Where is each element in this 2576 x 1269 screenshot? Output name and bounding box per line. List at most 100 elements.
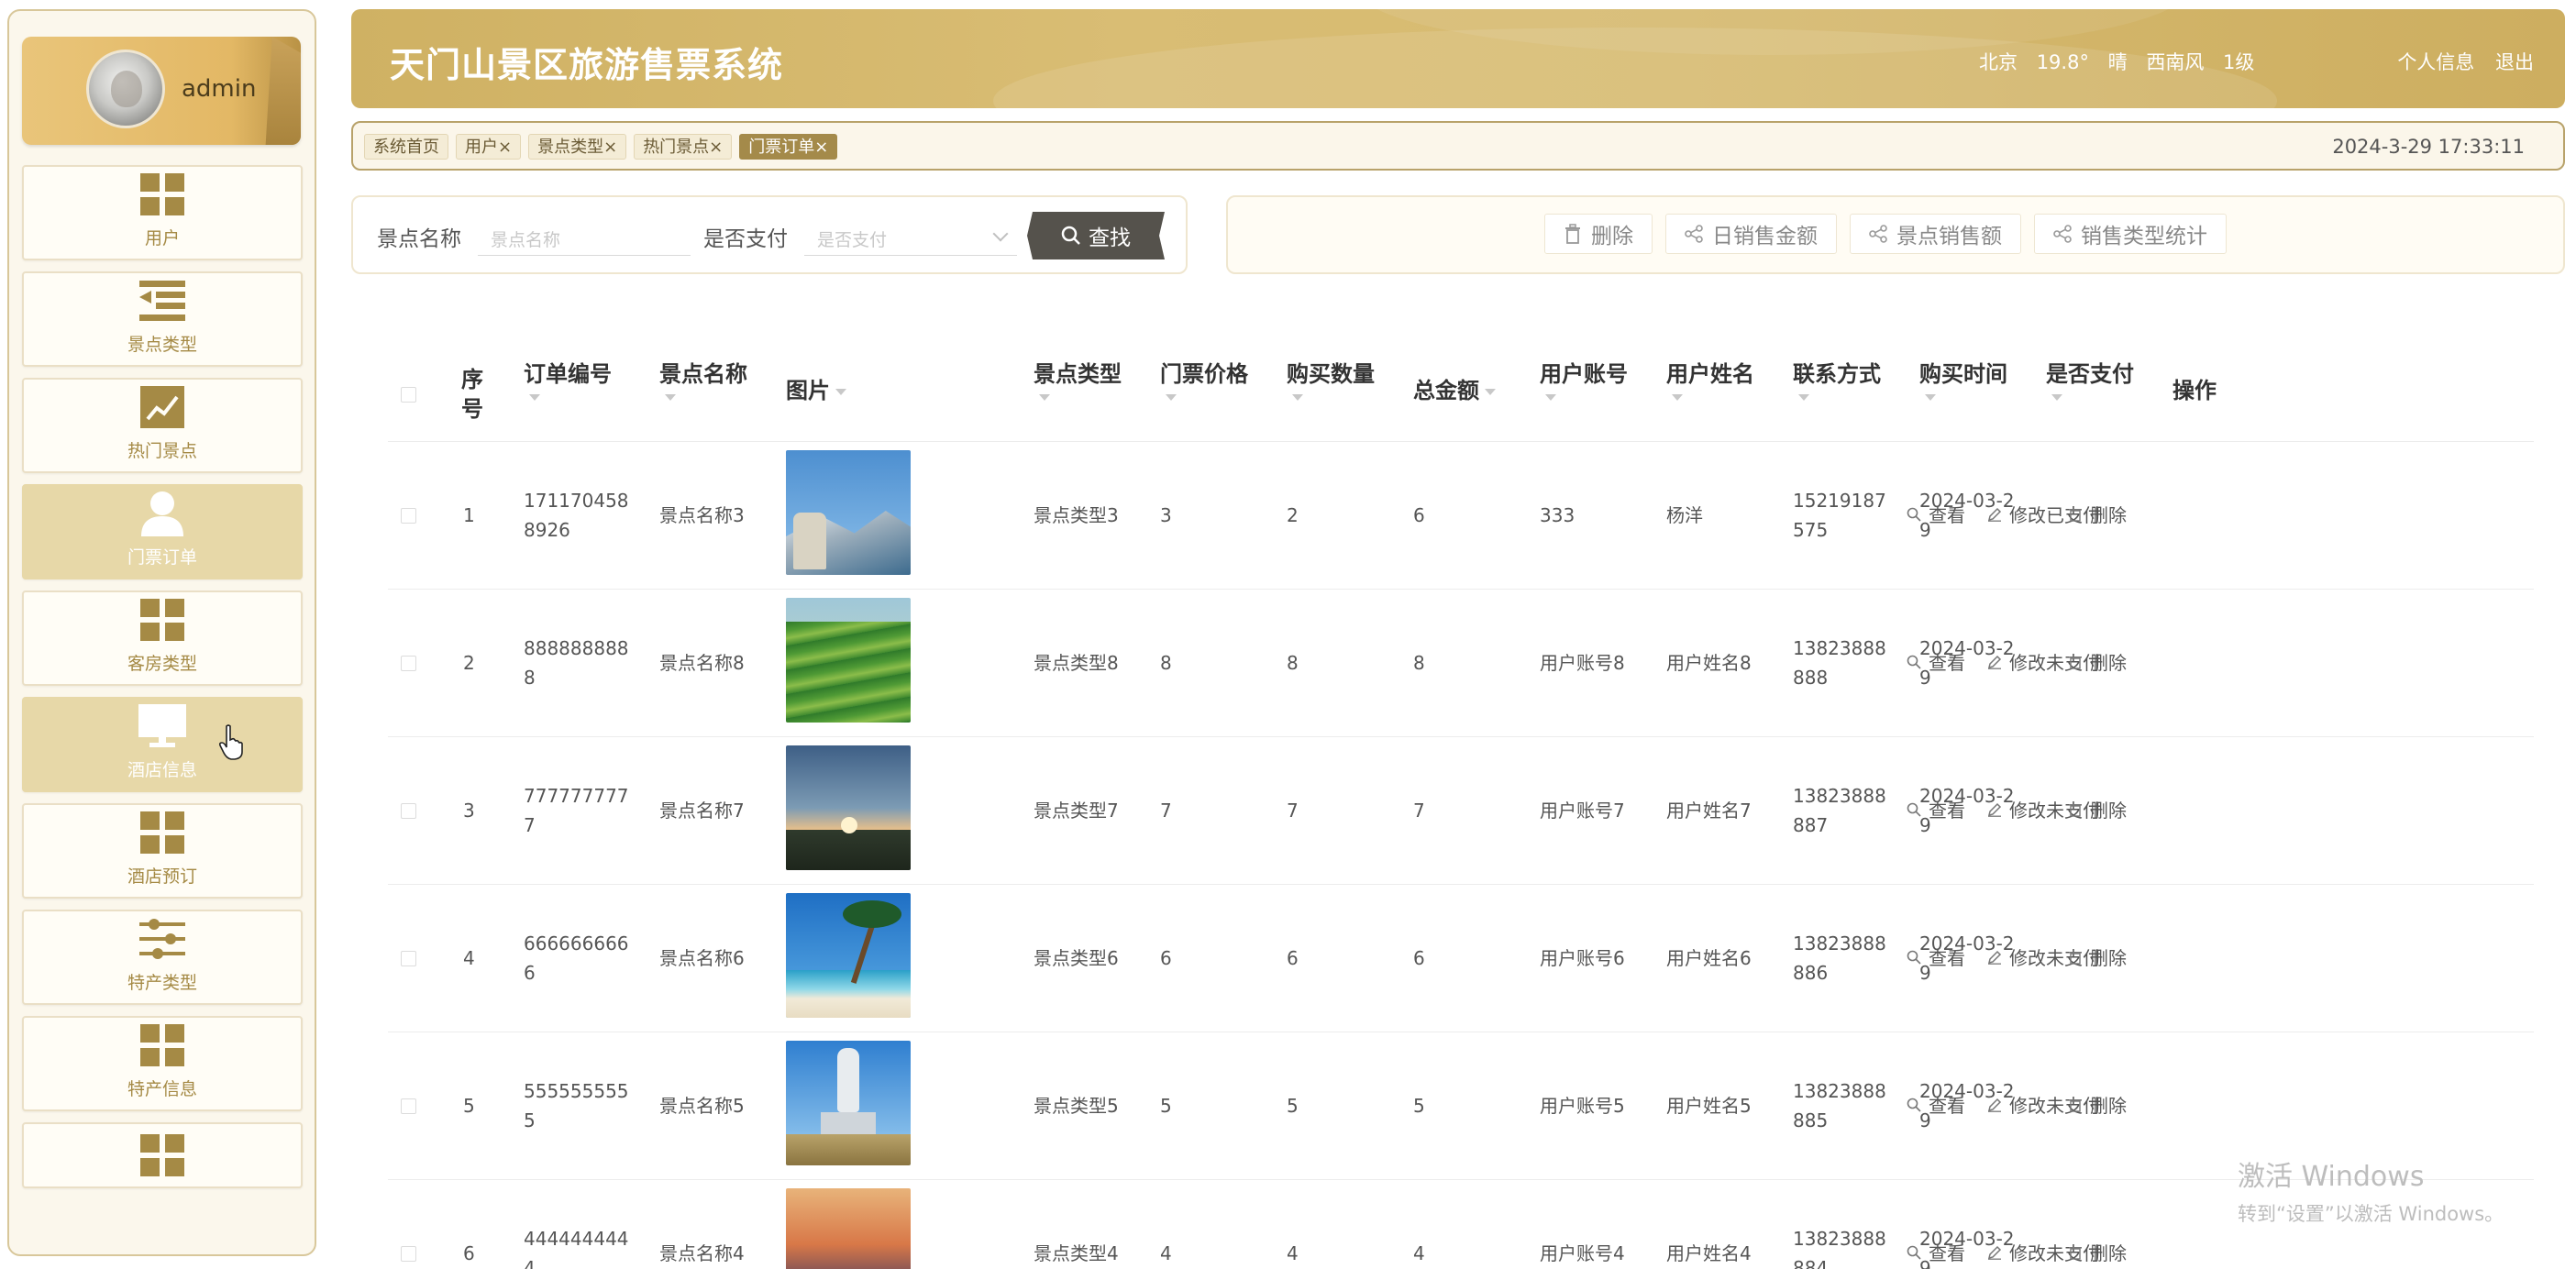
user-card[interactable]: admin	[22, 37, 301, 145]
sort-icon[interactable]	[2051, 394, 2062, 401]
col-time[interactable]: 购买时间	[1919, 359, 2007, 401]
spot-name-input[interactable]	[478, 214, 691, 256]
search-icon	[1907, 802, 1921, 817]
tab-ticket-orders[interactable]: 门票订单×	[739, 134, 838, 160]
view-label: 查看	[1929, 800, 1965, 822]
edit-button[interactable]: 修改	[1987, 648, 2046, 675]
delete-button[interactable]: 删除	[2068, 501, 2127, 527]
cell-spot-type: 景点类型5	[1034, 1095, 1119, 1117]
view-button[interactable]: 查看	[1907, 1239, 1965, 1265]
row-checkbox[interactable]	[401, 656, 416, 671]
profile-link[interactable]: 个人信息	[2397, 51, 2474, 73]
tab-home[interactable]: 系统首页	[364, 134, 448, 160]
cell-order-no-line1: 171170458	[524, 490, 629, 512]
col-image[interactable]: 图片	[786, 376, 846, 405]
edit-button[interactable]: 修改	[1987, 1091, 2046, 1118]
row-checkbox[interactable]	[401, 1098, 416, 1114]
bulk-delete-button[interactable]: 删除	[1544, 214, 1653, 254]
edit-button[interactable]: 修改	[1987, 796, 2046, 822]
tab-users[interactable]: 用户×	[456, 134, 522, 160]
sidebar-item-specialty-types[interactable]: 特产类型	[22, 910, 303, 1005]
tab-spot-types[interactable]: 景点类型×	[528, 134, 627, 160]
edit-icon	[1987, 507, 2002, 522]
sort-icon[interactable]	[1672, 394, 1683, 401]
view-button[interactable]: 查看	[1907, 796, 1965, 822]
sort-icon[interactable]	[1485, 388, 1496, 395]
table-row[interactable]: 3 777777777 7 景点名称7 景点类型7 7 7 7 用户账号7 用户姓…	[388, 737, 2534, 885]
spot-image[interactable]	[786, 598, 911, 723]
col-username[interactable]: 用户姓名	[1666, 359, 1754, 401]
sort-icon[interactable]	[1545, 394, 1556, 401]
spot-image[interactable]	[786, 745, 911, 870]
table-row[interactable]: 4 666666666 6 景点名称6 景点类型6 6 6 6 用户账号6 用户姓…	[388, 885, 2534, 1032]
col-paid[interactable]: 是否支付	[2046, 359, 2134, 401]
sort-icon[interactable]	[835, 388, 846, 395]
select-all-checkbox[interactable]	[401, 387, 416, 403]
edit-button[interactable]: 修改	[1987, 501, 2046, 527]
col-total[interactable]: 总金额	[1413, 376, 1496, 405]
sidebar-item-room-types[interactable]: 客房类型	[22, 590, 303, 686]
view-button[interactable]: 查看	[1907, 648, 1965, 675]
view-button[interactable]: 查看	[1907, 943, 1965, 970]
sidebar-item-ticket-orders[interactable]: 门票订单	[22, 484, 303, 579]
sidebar-item-hot-spots[interactable]: 热门景点	[22, 378, 303, 473]
sidebar-item-specialty-info[interactable]: 特产信息	[22, 1016, 303, 1111]
delete-button[interactable]: 删除	[2068, 1239, 2127, 1265]
sidebar-item-users[interactable]: 用户	[22, 165, 303, 260]
edit-button[interactable]: 修改	[1987, 1239, 2046, 1265]
delete-button[interactable]: 删除	[2068, 943, 2127, 970]
daily-sales-button[interactable]: 日销售金额	[1665, 214, 1837, 254]
type-stats-button[interactable]: 销售类型统计	[2034, 214, 2227, 254]
spot-image[interactable]	[786, 893, 911, 1018]
col-order-no[interactable]: 订单编号	[524, 359, 612, 401]
spot-image[interactable]	[786, 450, 911, 575]
sort-icon[interactable]	[1925, 394, 1936, 401]
edit-icon	[1987, 1098, 2002, 1112]
sort-icon[interactable]	[665, 394, 676, 401]
sort-icon[interactable]	[1166, 394, 1177, 401]
logout-link[interactable]: 退出	[2495, 51, 2534, 73]
col-qty[interactable]: 购买数量	[1287, 359, 1375, 401]
delete-button[interactable]: 删除	[2068, 648, 2127, 675]
col-spot-name[interactable]: 景点名称	[659, 359, 747, 401]
col-contact[interactable]: 联系方式	[1793, 359, 1881, 401]
delete-button[interactable]: 删除	[2068, 796, 2127, 822]
row-checkbox[interactable]	[401, 508, 416, 524]
view-button[interactable]: 查看	[1907, 501, 1965, 527]
delete-button[interactable]: 删除	[2068, 1091, 2127, 1118]
avatar[interactable]	[86, 50, 165, 128]
view-button[interactable]: 查看	[1907, 1091, 1965, 1118]
find-button[interactable]: 查找	[1027, 212, 1165, 259]
edit-button[interactable]: 修改	[1987, 943, 2046, 970]
table-row[interactable]: 6 444444444 4 景点名称4 景点类型4 4 4 4 用户账号4 用户姓…	[388, 1180, 2534, 1269]
spot-image[interactable]	[786, 1041, 911, 1165]
chevron-down-icon	[992, 226, 1009, 242]
sidebar-item-hotel-booking[interactable]: 酒店预订	[22, 803, 303, 899]
sort-icon[interactable]	[529, 394, 540, 401]
paid-select[interactable]: 是否支付	[804, 214, 1017, 256]
col-account[interactable]: 用户账号	[1540, 359, 1628, 401]
row-checkbox[interactable]	[401, 803, 416, 819]
table-row[interactable]: 5 555555555 5 景点名称5 景点类型5 5 5 5 用户账号5 用户姓…	[388, 1032, 2534, 1180]
row-checkbox[interactable]	[401, 1246, 416, 1262]
cell-order-no: 888888888 8	[524, 634, 629, 692]
table-row[interactable]: 1 171170458 8926 景点名称3 景点类型3 3 2 6 333 杨洋…	[388, 442, 2534, 590]
spot-image[interactable]	[786, 1188, 911, 1269]
list-icon	[138, 278, 187, 324]
cell-contact-line2: 887	[1793, 814, 1829, 836]
sort-icon[interactable]	[1039, 394, 1050, 401]
cell-contact: 13823888 886	[1793, 929, 1886, 988]
sidebar-item-hotel-info[interactable]: 酒店信息	[22, 697, 303, 792]
table-row[interactable]: 2 888888888 8 景点名称8 景点类型8 8 8 8 用户账号8 用户姓…	[388, 590, 2534, 737]
col-account-label: 用户账号	[1540, 361, 1628, 387]
row-checkbox[interactable]	[401, 951, 416, 966]
sort-icon[interactable]	[1798, 394, 1809, 401]
col-price[interactable]: 门票价格	[1160, 359, 1248, 401]
col-spot-name-label: 景点名称	[659, 361, 747, 387]
sidebar-item-spot-types[interactable]: 景点类型	[22, 271, 303, 367]
sidebar-item-more[interactable]	[22, 1122, 303, 1188]
sort-icon[interactable]	[1292, 394, 1303, 401]
tab-hot-spots[interactable]: 热门景点×	[634, 134, 733, 160]
col-spot-type[interactable]: 景点类型	[1034, 359, 1122, 401]
spot-sales-button[interactable]: 景点销售额	[1850, 214, 2021, 254]
